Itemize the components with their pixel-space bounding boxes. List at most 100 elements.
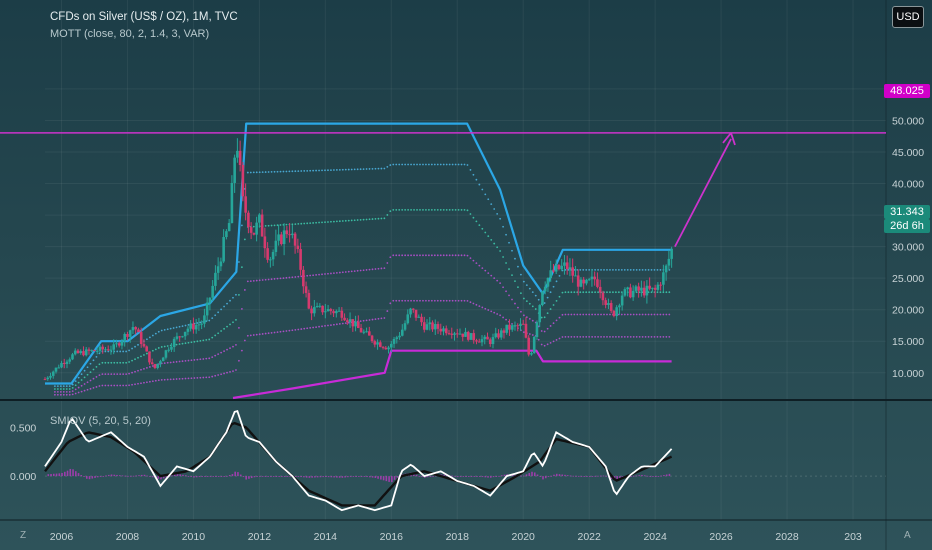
indicator-legend[interactable]: MOTT (close, 80, 2, 1.4, 3, VAR)	[50, 28, 209, 40]
band-dot	[258, 333, 261, 336]
candle-body	[62, 362, 66, 365]
band-dot	[493, 242, 496, 245]
chart-stage[interactable]: 10.00015.00020.00025.00030.00035.00040.0…	[0, 0, 932, 550]
band-dot	[448, 299, 451, 302]
band-dot	[617, 268, 620, 271]
candle-body	[645, 285, 649, 296]
candle-body	[252, 232, 256, 235]
osc-hist-bar	[531, 471, 533, 477]
osc-hist-bar	[105, 475, 107, 477]
osc-hist-bar	[500, 475, 503, 477]
band-dot	[205, 376, 208, 379]
osc-hist-bar	[476, 476, 478, 477]
band-dot	[229, 370, 231, 373]
osc-hist-bar	[539, 476, 542, 477]
osc-hist-bar	[217, 476, 220, 477]
osc-hist-bar	[374, 476, 377, 478]
band-dot	[181, 325, 184, 328]
band-dot	[466, 254, 469, 257]
band-dot	[656, 313, 659, 316]
band-dot	[445, 254, 448, 257]
band-dot	[484, 231, 487, 234]
band-dot	[472, 259, 475, 262]
band-dot	[315, 326, 317, 328]
band-dot	[448, 209, 451, 211]
candle-body	[227, 223, 231, 232]
band-dot	[668, 313, 671, 316]
band-dot	[502, 286, 504, 289]
band-dot	[128, 349, 131, 352]
currency-button[interactable]: USD	[892, 6, 924, 28]
band-dot	[511, 249, 513, 252]
band-dot	[276, 331, 279, 334]
band-dot	[635, 313, 638, 316]
band-dot	[537, 338, 540, 341]
candle-body	[359, 328, 363, 333]
osc-hist-bar	[495, 476, 498, 477]
candle-body	[106, 349, 110, 351]
candle-body	[563, 262, 566, 266]
band-dot	[128, 361, 131, 363]
band-dot	[410, 209, 412, 211]
band-dot	[264, 225, 267, 227]
osc-hist-bar	[566, 475, 569, 477]
candle-body	[170, 346, 173, 350]
band-dot	[98, 385, 101, 387]
band-dot	[146, 352, 148, 355]
band-dot	[160, 346, 163, 348]
band-dot	[383, 167, 386, 170]
osc-hist-bar	[303, 476, 305, 478]
band-dot	[401, 209, 404, 211]
oscillator-legend[interactable]: SMIOV (5, 20, 5, 20)	[50, 415, 151, 427]
osc-hist-bar	[322, 476, 324, 478]
candle-body	[150, 362, 154, 365]
osc-hist-bar	[52, 473, 55, 477]
band-dot	[232, 296, 234, 299]
zoom-icon[interactable]: Z	[20, 530, 26, 541]
band-dot	[86, 381, 89, 384]
osc-hist-bar	[462, 476, 465, 477]
band-dot	[514, 280, 516, 283]
osc-hist-bar	[635, 475, 638, 477]
band-dot	[543, 330, 546, 333]
osc-hist-bar	[206, 476, 209, 477]
band-dot	[166, 378, 169, 381]
band-dot	[469, 169, 472, 171]
band-dot	[303, 222, 306, 225]
auto-scale-icon[interactable]: A	[904, 530, 911, 541]
symbol-title[interactable]: CFDs on Silver (US$ / OZ), 1M, TVC	[50, 11, 238, 23]
time-tick-label: 2028	[775, 531, 799, 543]
band-dot	[567, 291, 570, 294]
candle-body	[93, 350, 96, 352]
osc-hist-bar	[256, 476, 258, 477]
band-dot	[146, 338, 148, 341]
band-dot	[205, 339, 208, 341]
band-dot	[606, 335, 608, 338]
band-dot	[56, 393, 59, 396]
band-dot	[74, 380, 77, 382]
band-dot	[511, 298, 513, 301]
band-dot	[119, 350, 122, 353]
chart-canvas[interactable]: 10.00015.00020.00025.00030.00035.00040.0…	[0, 0, 932, 550]
band-dot	[528, 287, 531, 290]
osc-hist-bar	[336, 476, 338, 478]
candle-body	[662, 272, 665, 285]
candle-body	[219, 261, 223, 267]
candle-body	[145, 346, 148, 352]
candle-body	[576, 275, 580, 287]
candle-body	[513, 325, 517, 327]
band-dot	[318, 221, 320, 224]
band-dot	[104, 361, 107, 364]
band-dot	[306, 169, 309, 172]
band-dot	[549, 325, 552, 327]
band-dot	[603, 313, 605, 316]
time-tick-label: 2014	[314, 531, 338, 543]
band-dot	[662, 335, 665, 338]
band-dot	[261, 333, 264, 335]
candle-body	[230, 182, 234, 224]
band-dot	[211, 336, 214, 339]
candle-body	[186, 328, 190, 332]
osc-hist-bar	[473, 476, 476, 477]
candle-body	[439, 328, 443, 332]
candle-body	[194, 325, 198, 330]
